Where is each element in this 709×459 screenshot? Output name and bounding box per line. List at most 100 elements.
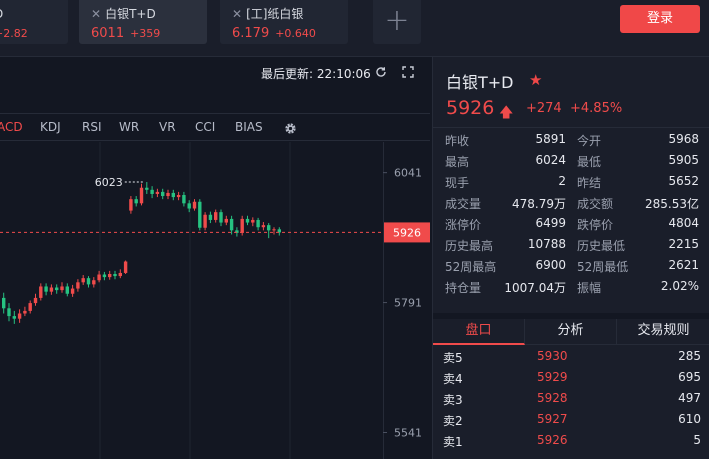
candle xyxy=(2,297,6,309)
candle xyxy=(150,189,154,194)
candle xyxy=(187,203,191,209)
candle xyxy=(92,280,96,285)
close-icon[interactable]: ✕ xyxy=(91,7,101,21)
candle xyxy=(55,287,59,291)
indicator-rsi[interactable]: RSI xyxy=(82,120,102,134)
stat-label: 52周最高 xyxy=(445,260,497,274)
indicator-kdj[interactable]: KDJ xyxy=(40,120,61,134)
arrow-up-icon: 🡅 xyxy=(499,105,514,121)
candle xyxy=(256,219,260,228)
stat-label: 今开 xyxy=(577,134,602,148)
order-level-label: 卖4 xyxy=(443,372,463,386)
stats-row: 现手 2 昨结 5652 xyxy=(445,174,699,195)
order-book-row: 卖5 5930 285 xyxy=(443,349,701,370)
order-book-row: 卖2 5927 610 xyxy=(443,412,701,433)
refresh-icon[interactable] xyxy=(375,66,387,78)
candle xyxy=(272,229,276,231)
stats-row: 最高 6024 最低 5905 xyxy=(445,153,699,174)
y-tick-label: 5541 xyxy=(394,426,422,439)
tab-analysis[interactable]: 分析 xyxy=(525,319,617,345)
last-update-label: 最后更新: xyxy=(261,67,314,81)
candlestick-chart[interactable]: 6041 5791 5541 6023 5926 xyxy=(0,142,430,459)
order-volume: 610 xyxy=(678,412,701,426)
quote-tab-2[interactable]: ✕ 白银T+D 6011 +359 xyxy=(79,0,207,44)
candle xyxy=(39,286,43,298)
chart-area: 最后更新: 22:10:06 ACD KDJ RSI WR VR CCI BIA… xyxy=(0,57,430,459)
order-price: 5927 xyxy=(537,412,568,426)
indicator-bar: ACD KDJ RSI WR VR CCI BIAS xyxy=(0,113,430,141)
candle xyxy=(118,272,122,277)
stat-value: 10788 xyxy=(527,237,566,251)
candle xyxy=(28,303,32,311)
candle xyxy=(229,218,234,231)
tab-trading-rules[interactable]: 交易规则 xyxy=(617,319,709,345)
order-price: 5928 xyxy=(537,391,568,405)
indicator-cci[interactable]: CCI xyxy=(195,120,215,134)
quote-tab-change: +2.82 xyxy=(0,27,28,40)
candle xyxy=(65,286,69,294)
close-icon[interactable]: ✕ xyxy=(232,7,242,21)
instrument-title: 白银T+D xyxy=(446,73,514,92)
stat-value: 1007.04万 xyxy=(504,281,566,295)
star-icon[interactable]: ★ xyxy=(529,71,542,89)
stat-value: 5891 xyxy=(535,132,566,146)
indicator-wr[interactable]: WR xyxy=(119,120,139,134)
candle xyxy=(208,214,213,220)
stat-label: 持仓量 xyxy=(445,281,482,295)
quote-tab-1[interactable]: D +2.82 xyxy=(0,0,68,44)
bottom-tabs: 盘口 分析 交易规则 xyxy=(433,319,709,345)
login-button[interactable]: 登录 xyxy=(620,5,700,33)
quote-tab-price: 6.179 xyxy=(232,26,270,41)
candle xyxy=(251,219,255,223)
stats-table: 昨收 5891 今开 5968 最高 6024 最低 5905 现手 2 昨结 5652 成交量 4… xyxy=(445,132,699,300)
quote-tab-price: 6011 xyxy=(91,26,125,41)
quote-tab-change: +359 xyxy=(130,27,161,40)
stats-row: 持仓量 1007.04万 振幅 2.02% xyxy=(445,279,699,300)
candle xyxy=(155,191,160,194)
stat-label: 最高 xyxy=(445,155,470,169)
candle xyxy=(267,225,271,231)
y-tick-label: 6041 xyxy=(394,167,422,180)
stats-row: 历史最高 10788 历史最低 2215 xyxy=(445,237,699,258)
quote-tab-3[interactable]: ✕ [工]纸白银 6.179 +0.640 xyxy=(220,0,348,44)
indicator-bias[interactable]: BIAS xyxy=(235,120,263,134)
last-update-time: 22:10:06 xyxy=(316,67,371,81)
stat-label: 涨停价 xyxy=(445,218,482,232)
stat-label: 历史最高 xyxy=(445,239,494,253)
stat-label: 昨结 xyxy=(577,176,602,190)
order-level-label: 卖5 xyxy=(443,351,463,365)
order-volume: 285 xyxy=(678,349,701,363)
candle xyxy=(240,218,244,233)
tab-order-book[interactable]: 盘口 xyxy=(433,319,525,345)
fullscreen-icon[interactable] xyxy=(402,66,414,78)
candle xyxy=(49,287,54,292)
candle xyxy=(17,313,22,319)
candle xyxy=(192,201,197,209)
stat-value: 6900 xyxy=(535,258,566,272)
stat-value: 2 xyxy=(558,174,566,188)
candle xyxy=(224,218,228,223)
stat-value: 2.02% xyxy=(660,279,699,293)
candle xyxy=(261,225,266,228)
gear-icon[interactable] xyxy=(284,122,297,135)
add-tab-button[interactable]: + xyxy=(373,0,421,44)
candle xyxy=(245,218,250,223)
candle xyxy=(176,195,181,198)
stat-value: 4804 xyxy=(668,216,699,230)
stat-label: 成交量 xyxy=(445,197,482,211)
quote-tab-change: +0.640 xyxy=(275,27,316,40)
stat-value: 5968 xyxy=(668,132,699,146)
current-price: 5926 xyxy=(446,97,495,119)
candle xyxy=(214,212,218,220)
stat-value: 478.79万 xyxy=(512,197,566,211)
order-level-label: 卖1 xyxy=(443,435,463,449)
indicator-vr[interactable]: VR xyxy=(159,120,176,134)
indicator-acd[interactable]: ACD xyxy=(0,120,23,134)
stat-label: 现手 xyxy=(445,176,470,190)
candle xyxy=(145,187,149,190)
stat-value: 5905 xyxy=(668,153,699,167)
order-volume: 497 xyxy=(678,391,701,405)
candle xyxy=(198,201,202,228)
order-book-row: 卖1 5926 5 xyxy=(443,433,701,454)
candle xyxy=(129,199,133,211)
